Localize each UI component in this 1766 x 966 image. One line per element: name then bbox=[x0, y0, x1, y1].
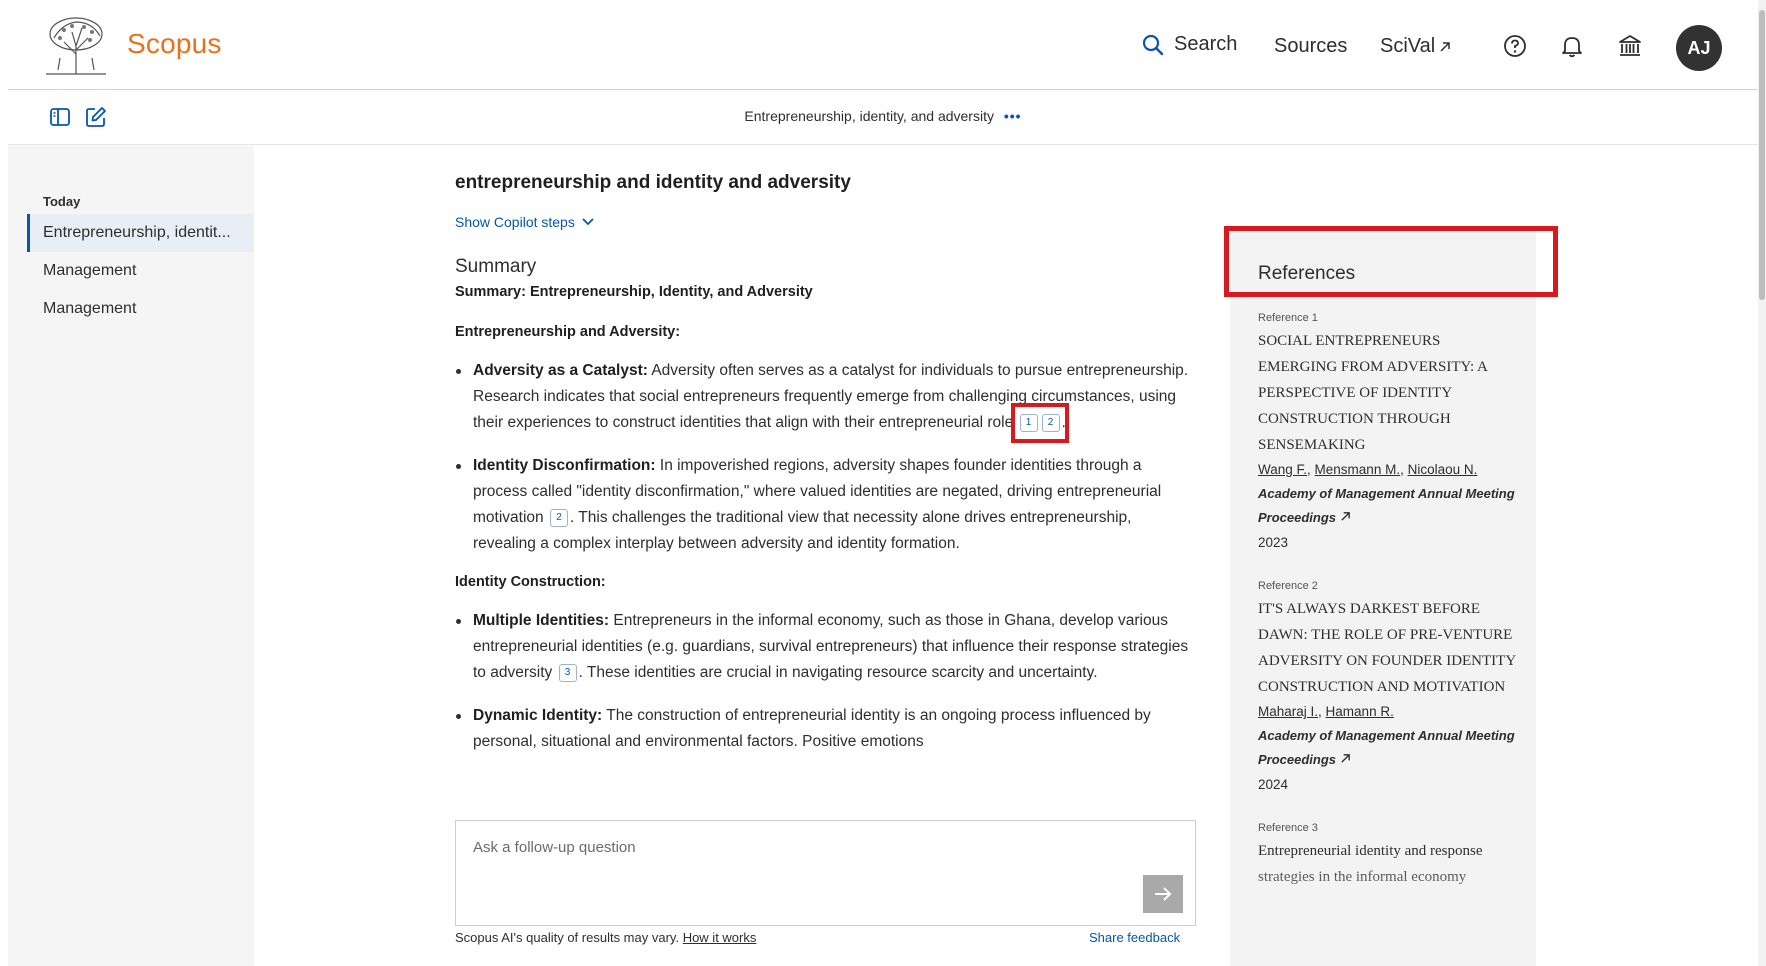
history-item-management-1[interactable]: Management bbox=[27, 252, 254, 290]
scrollbar-thumb[interactable] bbox=[1759, 10, 1765, 300]
bullet-dynamic-identity: Dynamic Identity: The construction of en… bbox=[455, 703, 1195, 755]
section-heading-adversity: Entrepreneurship and Adversity: bbox=[455, 324, 681, 340]
bullet-identity-disconfirmation: Identity Disconfirmation: In impoverishe… bbox=[455, 453, 1195, 557]
share-feedback-link[interactable]: Share feedback bbox=[1089, 930, 1180, 945]
reference-item: Reference 1 Social entrepreneurs emergin… bbox=[1258, 312, 1520, 556]
author-link[interactable]: Hamann R. bbox=[1326, 704, 1394, 719]
reference-year: 2023 bbox=[1258, 535, 1289, 550]
author-link[interactable]: Mensmann M. bbox=[1315, 462, 1401, 477]
search-icon bbox=[1142, 34, 1164, 55]
query-title: entrepreneurship and identity and advers… bbox=[455, 172, 851, 193]
summary-subtitle: Summary: Entrepreneurship, Identity, and… bbox=[455, 284, 813, 300]
citation-1[interactable]: 1 bbox=[1019, 414, 1038, 432]
external-link-icon bbox=[1341, 512, 1350, 521]
followup-box bbox=[455, 820, 1196, 926]
show-copilot-steps-toggle[interactable]: Show Copilot steps bbox=[455, 214, 1195, 230]
author-link[interactable]: Maharaj I. bbox=[1258, 704, 1318, 719]
nav-search-label: Search bbox=[1174, 33, 1238, 55]
nav-scival[interactable]: SciVal bbox=[1380, 35, 1451, 58]
identity-bullets: Multiple Identities: Entrepreneurs in th… bbox=[455, 608, 1195, 755]
nav-search[interactable]: Search bbox=[1142, 33, 1237, 56]
disclaimer-text: Scopus AI's quality of results may vary. bbox=[455, 930, 680, 945]
copilot-steps-label: Show Copilot steps bbox=[455, 214, 575, 230]
conversation-title-text: Entrepreneurship, identity, and adversit… bbox=[744, 108, 994, 124]
help-icon[interactable] bbox=[1502, 33, 1528, 59]
answer-panel: entrepreneurship and identity and advers… bbox=[455, 146, 1195, 826]
reference-number: Reference 3 bbox=[1258, 822, 1318, 834]
history-item-management-2[interactable]: Management bbox=[27, 290, 254, 328]
scopus-brand[interactable]: Scopus bbox=[127, 28, 222, 60]
reference-journal-link[interactable]: Academy of Management Annual Meeting Pro… bbox=[1258, 724, 1520, 772]
quality-disclaimer: Scopus AI's quality of results may vary.… bbox=[455, 930, 756, 945]
history-sidebar: Today Entrepreneurship, identit... Manag… bbox=[8, 146, 254, 966]
bullet-term: Multiple Identities: bbox=[473, 612, 610, 629]
user-avatar[interactable]: AJ bbox=[1676, 25, 1722, 71]
summary-heading: Summary bbox=[455, 256, 537, 277]
external-link-icon bbox=[1440, 41, 1450, 52]
journal-name: Academy of Management Annual Meeting Pro… bbox=[1258, 728, 1515, 767]
reference-title[interactable]: Social entrepreneurs emerging from adver… bbox=[1258, 328, 1520, 458]
send-button[interactable] bbox=[1143, 875, 1183, 913]
section-heading-identity: Identity Construction: bbox=[455, 574, 606, 590]
reference-number: Reference 1 bbox=[1258, 312, 1318, 324]
reference-item: Reference 2 It's always darkest before d… bbox=[1258, 580, 1520, 798]
references-title: References bbox=[1258, 263, 1356, 284]
reference-authors: Wang F., Mensmann M., Nicolaou N. bbox=[1258, 462, 1478, 477]
scopus-ai-app: Scopus Search Sources SciVal AJ Entrepre… bbox=[0, 0, 1766, 966]
citation-2[interactable]: 2 bbox=[1041, 414, 1060, 432]
adversity-bullets: Adversity as a Catalyst: Adversity often… bbox=[455, 358, 1195, 557]
reference-year: 2024 bbox=[1258, 777, 1289, 792]
external-link-icon bbox=[1341, 754, 1350, 763]
bullet-end: . These identities are crucial in naviga… bbox=[578, 664, 1098, 681]
nav-scival-label: SciVal bbox=[1380, 35, 1436, 57]
reference-journal-link[interactable]: Academy of Management Annual Meeting Pro… bbox=[1258, 482, 1520, 530]
history-section-today: Today bbox=[43, 194, 81, 209]
elsevier-tree-logo[interactable] bbox=[42, 14, 110, 76]
author-link[interactable]: Nicolaou N. bbox=[1408, 462, 1478, 477]
conversation-toolbar: Entrepreneurship, identity, and adversit… bbox=[8, 91, 1758, 145]
how-it-works-link[interactable]: How it works bbox=[683, 930, 757, 945]
bullet-term: Adversity as a Catalyst: bbox=[473, 362, 648, 379]
bullet-adversity-catalyst: Adversity as a Catalyst: Adversity often… bbox=[455, 358, 1195, 443]
reference-authors: Maharaj I., Hamann R. bbox=[1258, 704, 1394, 719]
page-scrollbar[interactable] bbox=[1758, 0, 1766, 966]
conversation-title: Entrepreneurship, identity, and adversit… bbox=[8, 108, 1758, 124]
bullet-term: Dynamic Identity: bbox=[473, 707, 603, 724]
bullet-end: . bbox=[1061, 414, 1066, 431]
more-options-icon[interactable]: ••• bbox=[1004, 108, 1022, 124]
top-header: Scopus Search Sources SciVal AJ bbox=[8, 0, 1758, 90]
history-item-entrepreneurship[interactable]: Entrepreneurship, identit... bbox=[27, 214, 254, 252]
arrow-right-icon bbox=[1155, 887, 1172, 901]
references-panel: References Reference 1 Social entreprene… bbox=[1230, 226, 1536, 966]
followup-input[interactable] bbox=[473, 839, 1033, 856]
citation-2[interactable]: 2 bbox=[549, 509, 568, 527]
reference-number: Reference 2 bbox=[1258, 580, 1318, 592]
journal-name: Academy of Management Annual Meeting Pro… bbox=[1258, 486, 1515, 525]
citation-3[interactable]: 3 bbox=[558, 664, 577, 682]
bullet-term: Identity Disconfirmation: bbox=[473, 457, 656, 474]
bullet-end: . This challenges the traditional view t… bbox=[473, 509, 1132, 552]
institution-icon[interactable] bbox=[1617, 33, 1643, 59]
author-link[interactable]: Wang F. bbox=[1258, 462, 1307, 477]
bell-icon[interactable] bbox=[1559, 33, 1585, 59]
chevron-down-icon bbox=[582, 218, 594, 226]
references-fade-overlay bbox=[1230, 856, 1536, 966]
nav-sources[interactable]: Sources bbox=[1274, 35, 1347, 58]
reference-title[interactable]: It's always darkest before dawn: The rol… bbox=[1258, 596, 1520, 700]
citation-highlight: 12 bbox=[1010, 403, 1069, 443]
references-list: Reference 1 Social entrepreneurs emergin… bbox=[1258, 312, 1520, 914]
bullet-multiple-identities: Multiple Identities: Entrepreneurs in th… bbox=[455, 608, 1195, 686]
